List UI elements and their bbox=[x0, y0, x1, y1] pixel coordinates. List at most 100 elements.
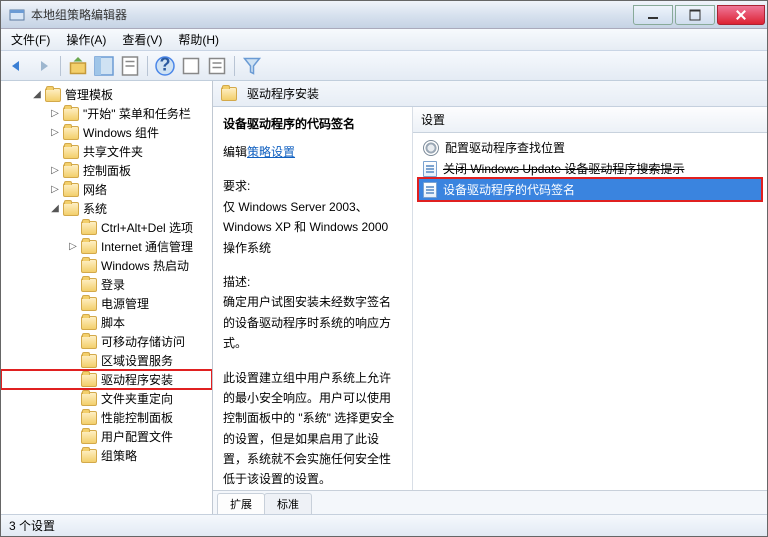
folder-icon bbox=[81, 221, 97, 235]
spacer bbox=[67, 374, 79, 386]
tree-item[interactable]: ▷ "开始" 菜单和任务栏 bbox=[1, 104, 212, 123]
expand-icon[interactable]: ▷ bbox=[49, 184, 61, 196]
expand-icon[interactable]: ▷ bbox=[67, 241, 79, 253]
tree-label: Windows 热启动 bbox=[101, 257, 189, 274]
list-button[interactable] bbox=[205, 54, 229, 78]
tree-item-driver-install[interactable]: 驱动程序安装 bbox=[1, 370, 212, 389]
folder-icon bbox=[81, 259, 97, 273]
document-icon bbox=[423, 161, 437, 177]
folder-icon bbox=[81, 449, 97, 463]
status-text: 3 个设置 bbox=[9, 517, 55, 534]
detail-panel: 驱动程序安装 设备驱动程序的代码签名 编辑策略设置 要求: 仅 Windows … bbox=[213, 81, 767, 514]
column-header-setting[interactable]: 设置 bbox=[413, 107, 767, 133]
show-hide-tree-button[interactable] bbox=[92, 54, 116, 78]
tree-item[interactable]: 共享文件夹 bbox=[1, 142, 212, 161]
tree-item[interactable]: 组策略 bbox=[1, 446, 212, 465]
description: 描述: 确定用户试图安装未经数字签名的设备驱动程序时系统的响应方式。 bbox=[223, 272, 402, 354]
expand-icon[interactable]: ▷ bbox=[49, 165, 61, 177]
list-item-label: 配置驱动程序查找位置 bbox=[445, 139, 565, 156]
edit-policy-link[interactable]: 策略设置 bbox=[247, 145, 295, 159]
tree-label: Internet 通信管理 bbox=[101, 238, 193, 255]
spacer bbox=[67, 450, 79, 462]
collapse-icon[interactable]: ◢ bbox=[49, 203, 61, 215]
desc-label: 描述: bbox=[223, 272, 402, 292]
expand-icon[interactable]: ▷ bbox=[49, 127, 61, 139]
tree-label: 共享文件夹 bbox=[83, 143, 143, 160]
tree-label: 用户配置文件 bbox=[101, 428, 173, 445]
desc-body2: 此设置建立组中用户系统上允许的最小安全响应。用户可以使用控制面板中的 "系统" … bbox=[223, 368, 402, 490]
tree-item[interactable]: Ctrl+Alt+Del 选项 bbox=[1, 218, 212, 237]
toolbar-separator bbox=[147, 56, 148, 76]
folder-icon bbox=[63, 126, 79, 140]
properties-button[interactable] bbox=[118, 54, 142, 78]
menu-action[interactable]: 操作(A) bbox=[58, 29, 114, 50]
tab-extended[interactable]: 扩展 bbox=[217, 493, 265, 514]
folder-icon bbox=[81, 411, 97, 425]
menu-file[interactable]: 文件(F) bbox=[3, 29, 58, 50]
list-item-code-signing[interactable]: 设备驱动程序的代码签名 bbox=[419, 179, 761, 200]
help-button[interactable]: ? bbox=[153, 54, 177, 78]
tree-item[interactable]: 用户配置文件 bbox=[1, 427, 212, 446]
folder-icon bbox=[45, 88, 61, 102]
tree-item[interactable]: ▷网络 bbox=[1, 180, 212, 199]
edit-line: 编辑策略设置 bbox=[223, 142, 402, 162]
statusbar: 3 个设置 bbox=[1, 514, 767, 536]
app-window: 本地组策略编辑器 文件(F) 操作(A) 查看(V) 帮助(H) ? ◢ bbox=[0, 0, 768, 537]
folder-icon bbox=[81, 335, 97, 349]
folder-icon bbox=[81, 392, 97, 406]
tree-label: Ctrl+Alt+Del 选项 bbox=[101, 219, 193, 236]
req-body: 仅 Windows Server 2003、Windows XP 和 Windo… bbox=[223, 197, 402, 258]
forward-button[interactable] bbox=[31, 54, 55, 78]
folder-icon bbox=[63, 183, 79, 197]
spacer bbox=[67, 355, 79, 367]
list-item[interactable]: 配置驱动程序查找位置 bbox=[419, 137, 761, 158]
spacer bbox=[67, 298, 79, 310]
tree-item[interactable]: 可移动存储访问 bbox=[1, 332, 212, 351]
edit-prefix: 编辑 bbox=[223, 145, 247, 159]
tree-item-system[interactable]: ◢系统 bbox=[1, 199, 212, 218]
titlebar: 本地组策略编辑器 bbox=[1, 1, 767, 29]
filter-button[interactable] bbox=[240, 54, 264, 78]
expand-icon[interactable]: ▷ bbox=[49, 108, 61, 120]
list-item[interactable]: 关闭 Windows Update 设备驱动程序搜索提示 bbox=[419, 158, 761, 179]
tree-label: 登录 bbox=[101, 276, 125, 293]
tree-item[interactable]: ▷控制面板 bbox=[1, 161, 212, 180]
close-button[interactable] bbox=[717, 5, 765, 25]
maximize-button[interactable] bbox=[675, 5, 715, 25]
tab-standard[interactable]: 标准 bbox=[264, 493, 312, 514]
menu-help[interactable]: 帮助(H) bbox=[170, 29, 227, 50]
tree-item[interactable]: ▷Windows 组件 bbox=[1, 123, 212, 142]
tree-item[interactable]: 区域设置服务 bbox=[1, 351, 212, 370]
window-controls bbox=[633, 5, 767, 25]
tree-label: 组策略 bbox=[101, 447, 137, 464]
export-button[interactable] bbox=[179, 54, 203, 78]
folder-icon bbox=[63, 145, 79, 159]
tree-item[interactable]: 电源管理 bbox=[1, 294, 212, 313]
tree-item[interactable]: 性能控制面板 bbox=[1, 408, 212, 427]
list-item-label: 关闭 Windows Update 设备驱动程序搜索提示 bbox=[443, 160, 684, 177]
detail-header-text: 驱动程序安装 bbox=[247, 85, 319, 102]
toolbar: ? bbox=[1, 51, 767, 81]
tree-item[interactable]: 脚本 bbox=[1, 313, 212, 332]
tree-panel[interactable]: ◢ 管理模板 ▷ "开始" 菜单和任务栏 ▷Windows 组件 共享文件夹 ▷控… bbox=[1, 81, 213, 514]
tree-label: "开始" 菜单和任务栏 bbox=[83, 105, 191, 122]
menu-view[interactable]: 查看(V) bbox=[114, 29, 170, 50]
folder-icon bbox=[81, 430, 97, 444]
collapse-icon[interactable]: ◢ bbox=[31, 89, 43, 101]
list-item-label: 设备驱动程序的代码签名 bbox=[443, 181, 575, 198]
tree-item[interactable]: Windows 热启动 bbox=[1, 256, 212, 275]
minimize-button[interactable] bbox=[633, 5, 673, 25]
tree-item[interactable]: 登录 bbox=[1, 275, 212, 294]
menubar: 文件(F) 操作(A) 查看(V) 帮助(H) bbox=[1, 29, 767, 51]
back-button[interactable] bbox=[5, 54, 29, 78]
settings-list[interactable]: 配置驱动程序查找位置 关闭 Windows Update 设备驱动程序搜索提示 … bbox=[413, 133, 767, 490]
tree-root[interactable]: ◢ 管理模板 bbox=[1, 85, 212, 104]
spacer bbox=[67, 412, 79, 424]
spacer bbox=[67, 431, 79, 443]
up-button[interactable] bbox=[66, 54, 90, 78]
tree-label: 文件夹重定向 bbox=[101, 390, 173, 407]
tree-label: 管理模板 bbox=[65, 86, 113, 103]
tree-item[interactable]: ▷ Internet 通信管理 bbox=[1, 237, 212, 256]
tree-item[interactable]: 文件夹重定向 bbox=[1, 389, 212, 408]
document-icon bbox=[423, 182, 437, 198]
